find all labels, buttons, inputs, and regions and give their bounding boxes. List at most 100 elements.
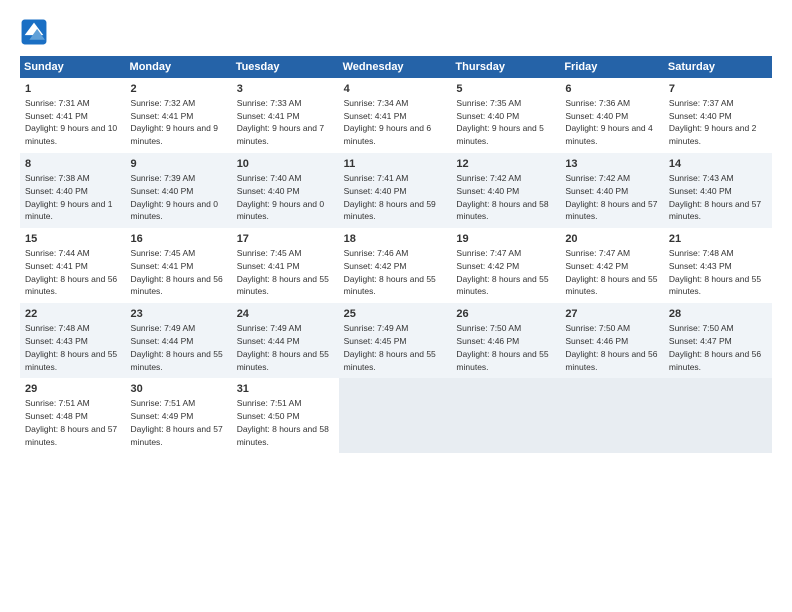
day-number: 6 [565, 82, 660, 97]
day-number: 11 [344, 157, 448, 172]
day-info: Sunrise: 7:49 AMSunset: 4:45 PMDaylight:… [344, 323, 436, 371]
calendar-cell: 9 Sunrise: 7:39 AMSunset: 4:40 PMDayligh… [126, 153, 232, 228]
day-info: Sunrise: 7:39 AMSunset: 4:40 PMDaylight:… [131, 173, 218, 221]
calendar-cell: 13 Sunrise: 7:42 AMSunset: 4:40 PMDaylig… [560, 153, 664, 228]
calendar-cell: 23 Sunrise: 7:49 AMSunset: 4:44 PMDaylig… [126, 303, 232, 378]
day-info: Sunrise: 7:51 AMSunset: 4:48 PMDaylight:… [25, 398, 117, 446]
day-info: Sunrise: 7:32 AMSunset: 4:41 PMDaylight:… [131, 98, 218, 146]
calendar-cell: 8 Sunrise: 7:38 AMSunset: 4:40 PMDayligh… [20, 153, 126, 228]
calendar-cell: 6 Sunrise: 7:36 AMSunset: 4:40 PMDayligh… [560, 78, 664, 153]
day-info: Sunrise: 7:31 AMSunset: 4:41 PMDaylight:… [25, 98, 117, 146]
day-number: 9 [131, 157, 228, 172]
header [20, 18, 772, 46]
calendar-table: SundayMondayTuesdayWednesdayThursdayFrid… [20, 56, 772, 453]
day-number: 14 [669, 157, 768, 172]
day-number: 7 [669, 82, 768, 97]
calendar-cell: 29 Sunrise: 7:51 AMSunset: 4:48 PMDaylig… [20, 378, 126, 453]
calendar-cell: 20 Sunrise: 7:47 AMSunset: 4:42 PMDaylig… [560, 228, 664, 303]
col-header-monday: Monday [126, 56, 232, 78]
day-info: Sunrise: 7:48 AMSunset: 4:43 PMDaylight:… [669, 248, 761, 296]
day-number: 31 [237, 382, 335, 397]
day-info: Sunrise: 7:42 AMSunset: 4:40 PMDaylight:… [565, 173, 657, 221]
day-number: 19 [456, 232, 556, 247]
calendar-cell: 28 Sunrise: 7:50 AMSunset: 4:47 PMDaylig… [664, 303, 772, 378]
day-info: Sunrise: 7:47 AMSunset: 4:42 PMDaylight:… [565, 248, 657, 296]
calendar-cell: 21 Sunrise: 7:48 AMSunset: 4:43 PMDaylig… [664, 228, 772, 303]
day-number: 2 [131, 82, 228, 97]
day-number: 8 [25, 157, 122, 172]
day-number: 10 [237, 157, 335, 172]
calendar-cell [339, 378, 452, 453]
calendar-cell: 22 Sunrise: 7:48 AMSunset: 4:43 PMDaylig… [20, 303, 126, 378]
day-info: Sunrise: 7:44 AMSunset: 4:41 PMDaylight:… [25, 248, 117, 296]
calendar-week-1: 1 Sunrise: 7:31 AMSunset: 4:41 PMDayligh… [20, 78, 772, 153]
day-number: 18 [344, 232, 448, 247]
calendar-cell: 18 Sunrise: 7:46 AMSunset: 4:42 PMDaylig… [339, 228, 452, 303]
day-info: Sunrise: 7:51 AMSunset: 4:50 PMDaylight:… [237, 398, 329, 446]
calendar-cell [560, 378, 664, 453]
day-number: 29 [25, 382, 122, 397]
calendar-cell: 12 Sunrise: 7:42 AMSunset: 4:40 PMDaylig… [451, 153, 560, 228]
day-info: Sunrise: 7:49 AMSunset: 4:44 PMDaylight:… [237, 323, 329, 371]
day-info: Sunrise: 7:38 AMSunset: 4:40 PMDaylight:… [25, 173, 112, 221]
day-info: Sunrise: 7:49 AMSunset: 4:44 PMDaylight:… [131, 323, 223, 371]
logo [20, 18, 52, 46]
calendar-cell: 10 Sunrise: 7:40 AMSunset: 4:40 PMDaylig… [232, 153, 339, 228]
day-number: 17 [237, 232, 335, 247]
day-info: Sunrise: 7:41 AMSunset: 4:40 PMDaylight:… [344, 173, 436, 221]
calendar-cell: 19 Sunrise: 7:47 AMSunset: 4:42 PMDaylig… [451, 228, 560, 303]
day-info: Sunrise: 7:33 AMSunset: 4:41 PMDaylight:… [237, 98, 324, 146]
day-info: Sunrise: 7:50 AMSunset: 4:46 PMDaylight:… [456, 323, 548, 371]
day-number: 16 [131, 232, 228, 247]
day-info: Sunrise: 7:35 AMSunset: 4:40 PMDaylight:… [456, 98, 543, 146]
day-info: Sunrise: 7:51 AMSunset: 4:49 PMDaylight:… [131, 398, 223, 446]
day-number: 23 [131, 307, 228, 322]
day-info: Sunrise: 7:45 AMSunset: 4:41 PMDaylight:… [237, 248, 329, 296]
col-header-wednesday: Wednesday [339, 56, 452, 78]
page: SundayMondayTuesdayWednesdayThursdayFrid… [0, 0, 792, 612]
logo-icon [20, 18, 48, 46]
day-number: 5 [456, 82, 556, 97]
col-header-tuesday: Tuesday [232, 56, 339, 78]
calendar-cell: 2 Sunrise: 7:32 AMSunset: 4:41 PMDayligh… [126, 78, 232, 153]
day-number: 15 [25, 232, 122, 247]
calendar-cell: 14 Sunrise: 7:43 AMSunset: 4:40 PMDaylig… [664, 153, 772, 228]
day-number: 24 [237, 307, 335, 322]
day-number: 12 [456, 157, 556, 172]
day-number: 22 [25, 307, 122, 322]
day-number: 30 [131, 382, 228, 397]
calendar-cell: 1 Sunrise: 7:31 AMSunset: 4:41 PMDayligh… [20, 78, 126, 153]
day-info: Sunrise: 7:50 AMSunset: 4:46 PMDaylight:… [565, 323, 657, 371]
day-info: Sunrise: 7:50 AMSunset: 4:47 PMDaylight:… [669, 323, 761, 371]
col-header-saturday: Saturday [664, 56, 772, 78]
day-number: 1 [25, 82, 122, 97]
day-info: Sunrise: 7:42 AMSunset: 4:40 PMDaylight:… [456, 173, 548, 221]
calendar-cell: 3 Sunrise: 7:33 AMSunset: 4:41 PMDayligh… [232, 78, 339, 153]
calendar-week-3: 15 Sunrise: 7:44 AMSunset: 4:41 PMDaylig… [20, 228, 772, 303]
day-number: 21 [669, 232, 768, 247]
day-info: Sunrise: 7:46 AMSunset: 4:42 PMDaylight:… [344, 248, 436, 296]
calendar-week-4: 22 Sunrise: 7:48 AMSunset: 4:43 PMDaylig… [20, 303, 772, 378]
day-info: Sunrise: 7:43 AMSunset: 4:40 PMDaylight:… [669, 173, 761, 221]
calendar-cell: 25 Sunrise: 7:49 AMSunset: 4:45 PMDaylig… [339, 303, 452, 378]
day-number: 4 [344, 82, 448, 97]
day-number: 27 [565, 307, 660, 322]
calendar-cell: 7 Sunrise: 7:37 AMSunset: 4:40 PMDayligh… [664, 78, 772, 153]
calendar-cell: 11 Sunrise: 7:41 AMSunset: 4:40 PMDaylig… [339, 153, 452, 228]
calendar-cell: 26 Sunrise: 7:50 AMSunset: 4:46 PMDaylig… [451, 303, 560, 378]
calendar-cell [664, 378, 772, 453]
calendar-cell: 4 Sunrise: 7:34 AMSunset: 4:41 PMDayligh… [339, 78, 452, 153]
day-number: 25 [344, 307, 448, 322]
day-info: Sunrise: 7:45 AMSunset: 4:41 PMDaylight:… [131, 248, 223, 296]
col-header-thursday: Thursday [451, 56, 560, 78]
day-number: 13 [565, 157, 660, 172]
calendar-cell: 31 Sunrise: 7:51 AMSunset: 4:50 PMDaylig… [232, 378, 339, 453]
calendar-cell: 16 Sunrise: 7:45 AMSunset: 4:41 PMDaylig… [126, 228, 232, 303]
col-header-sunday: Sunday [20, 56, 126, 78]
calendar-week-2: 8 Sunrise: 7:38 AMSunset: 4:40 PMDayligh… [20, 153, 772, 228]
calendar-cell: 17 Sunrise: 7:45 AMSunset: 4:41 PMDaylig… [232, 228, 339, 303]
calendar-cell [451, 378, 560, 453]
day-number: 3 [237, 82, 335, 97]
day-info: Sunrise: 7:40 AMSunset: 4:40 PMDaylight:… [237, 173, 324, 221]
calendar-cell: 15 Sunrise: 7:44 AMSunset: 4:41 PMDaylig… [20, 228, 126, 303]
